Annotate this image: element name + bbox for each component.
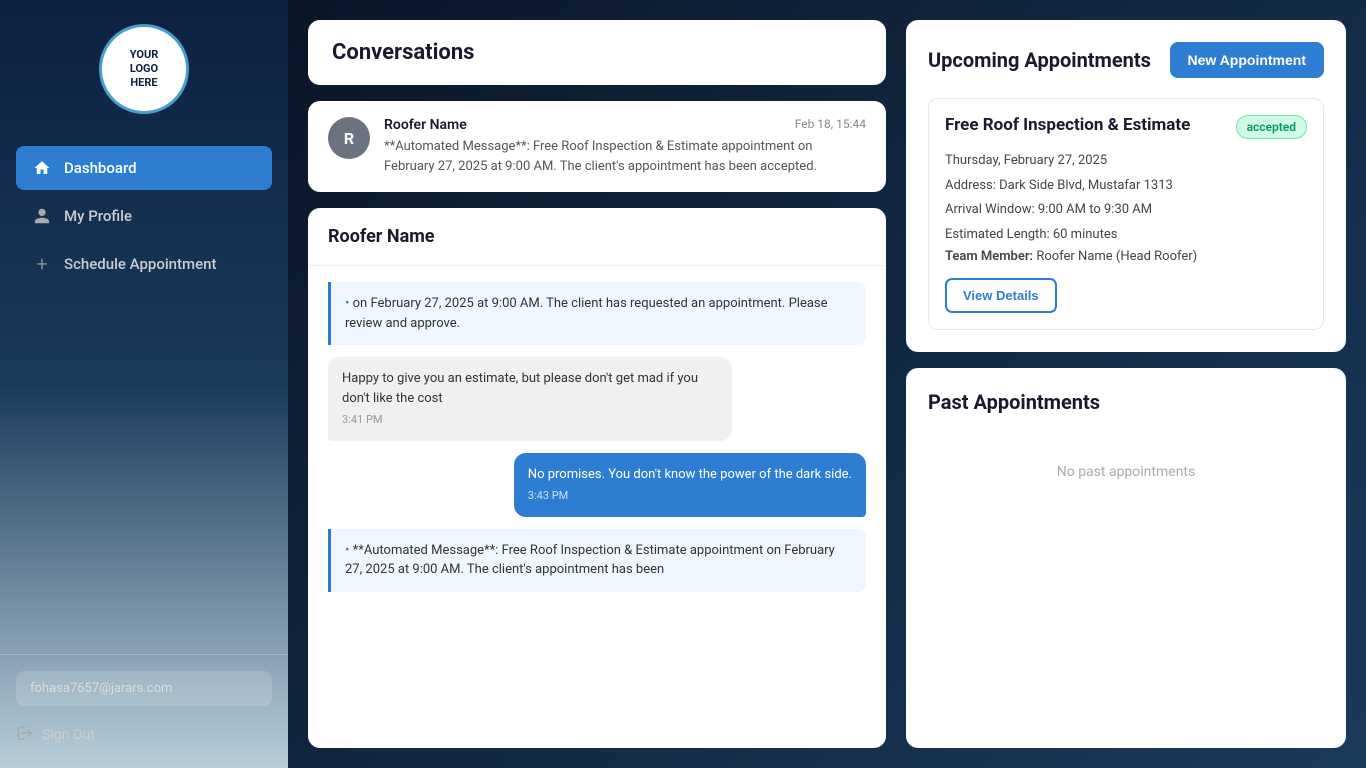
logo-line1: YOUR [130,48,159,62]
sidebar-item-schedule-label: Schedule Appointment [64,255,216,273]
conversation-name: Roofer Name [384,117,467,133]
conversation-content: Roofer Name Feb 18, 15:44 **Automated Me… [384,117,866,176]
right-panel: Upcoming Appointments New Appointment Fr… [906,20,1346,748]
message-left-1: Happy to give you an estimate, but pleas… [328,357,732,441]
plus-icon: + [32,254,52,274]
appointment-address: Address: Dark Side Blvd, Mustafar 1313 [945,176,1307,196]
chat-header: Roofer Name [308,208,886,266]
main-content: Conversations R Roofer Name Feb 18, 15:4… [288,0,1366,768]
message-right-1-text: No promises. You don't know the power of… [528,467,852,482]
upcoming-title: Upcoming Appointments [928,48,1151,72]
appointment-item-1: Free Roof Inspection & Estimate accepted… [928,98,1324,330]
message-right-1: No promises. You don't know the power of… [514,453,866,517]
conversations-panel: Conversations R Roofer Name Feb 18, 15:4… [308,20,886,748]
sign-out-icon [16,724,34,746]
sign-out-button[interactable]: Sign Out [16,718,272,752]
chat-messages[interactable]: • on February 27, 2025 at 9:00 AM. The c… [308,266,886,748]
conversation-meta: Roofer Name Feb 18, 15:44 [384,117,866,133]
logo-line3: HERE [130,76,157,90]
conversations-header-card: Conversations [308,20,886,85]
sidebar: YOUR LOGO HERE Dashboard My Profile + Sc… [0,0,288,768]
automated-message-2-text: **Automated Message**: Free Roof Inspect… [345,543,835,578]
past-appointments-card: Past Appointments No past appointments [906,368,1346,748]
logo-line2: LOGO [130,62,158,76]
user-email: fohasa7657@jarars.com [16,671,272,706]
chat-card: Roofer Name • on February 27, 2025 at 9:… [308,208,886,748]
avatar: R [328,117,370,159]
sidebar-item-dashboard-label: Dashboard [64,159,137,177]
appointment-arrival: Arrival Window: 9:00 AM to 9:30 AM [945,200,1307,220]
appointment-top: Free Roof Inspection & Estimate accepted [945,115,1307,139]
appointment-name: Free Roof Inspection & Estimate [945,115,1190,135]
logo: YOUR LOGO HERE [99,24,189,114]
sidebar-item-schedule-appointment[interactable]: + Schedule Appointment [16,242,272,286]
conversations-title: Conversations [332,40,862,65]
sidebar-item-dashboard[interactable]: Dashboard [16,146,272,190]
conversation-time: Feb 18, 15:44 [795,117,866,133]
conversation-preview: **Automated Message**: Free Roof Inspect… [384,137,866,176]
sidebar-item-my-profile-label: My Profile [64,207,132,225]
message-left-1-text: Happy to give you an estimate, but pleas… [342,371,698,406]
logo-area: YOUR LOGO HERE [0,0,288,134]
accepted-badge: accepted [1236,115,1307,139]
automated-message-2: • **Automated Message**: Free Roof Inspe… [328,529,866,592]
dashboard-icon [32,158,52,178]
team-label: Team Member: [945,249,1033,264]
conversation-item[interactable]: R Roofer Name Feb 18, 15:44 **Automated … [308,101,886,192]
new-appointment-button[interactable]: New Appointment [1170,42,1324,78]
nav-menu: Dashboard My Profile + Schedule Appointm… [0,134,288,654]
automated-message-1: • on February 27, 2025 at 9:00 AM. The c… [328,282,866,345]
profile-icon [32,206,52,226]
automated-message-1-text: on February 27, 2025 at 9:00 AM. The cli… [345,296,828,331]
view-details-button[interactable]: View Details [945,278,1057,313]
no-past-text: No past appointments [928,434,1324,510]
appointment-team: Team Member: Roofer Name (Head Roofer) [945,249,1307,264]
sidebar-item-my-profile[interactable]: My Profile [16,194,272,238]
appointment-length: Estimated Length: 60 minutes [945,225,1307,245]
message-left-1-time: 3:41 PM [342,412,718,429]
sidebar-footer: fohasa7657@jarars.com Sign Out [0,654,288,768]
message-right-1-time: 3:43 PM [528,488,852,505]
chat-title: Roofer Name [328,226,866,247]
team-value: Roofer Name (Head Roofer) [1036,249,1197,264]
appointment-date: Thursday, February 27, 2025 [945,151,1307,171]
sign-out-label: Sign Out [42,727,95,743]
upcoming-appointments-card: Upcoming Appointments New Appointment Fr… [906,20,1346,352]
past-title: Past Appointments [928,390,1324,414]
upcoming-header: Upcoming Appointments New Appointment [928,42,1324,78]
